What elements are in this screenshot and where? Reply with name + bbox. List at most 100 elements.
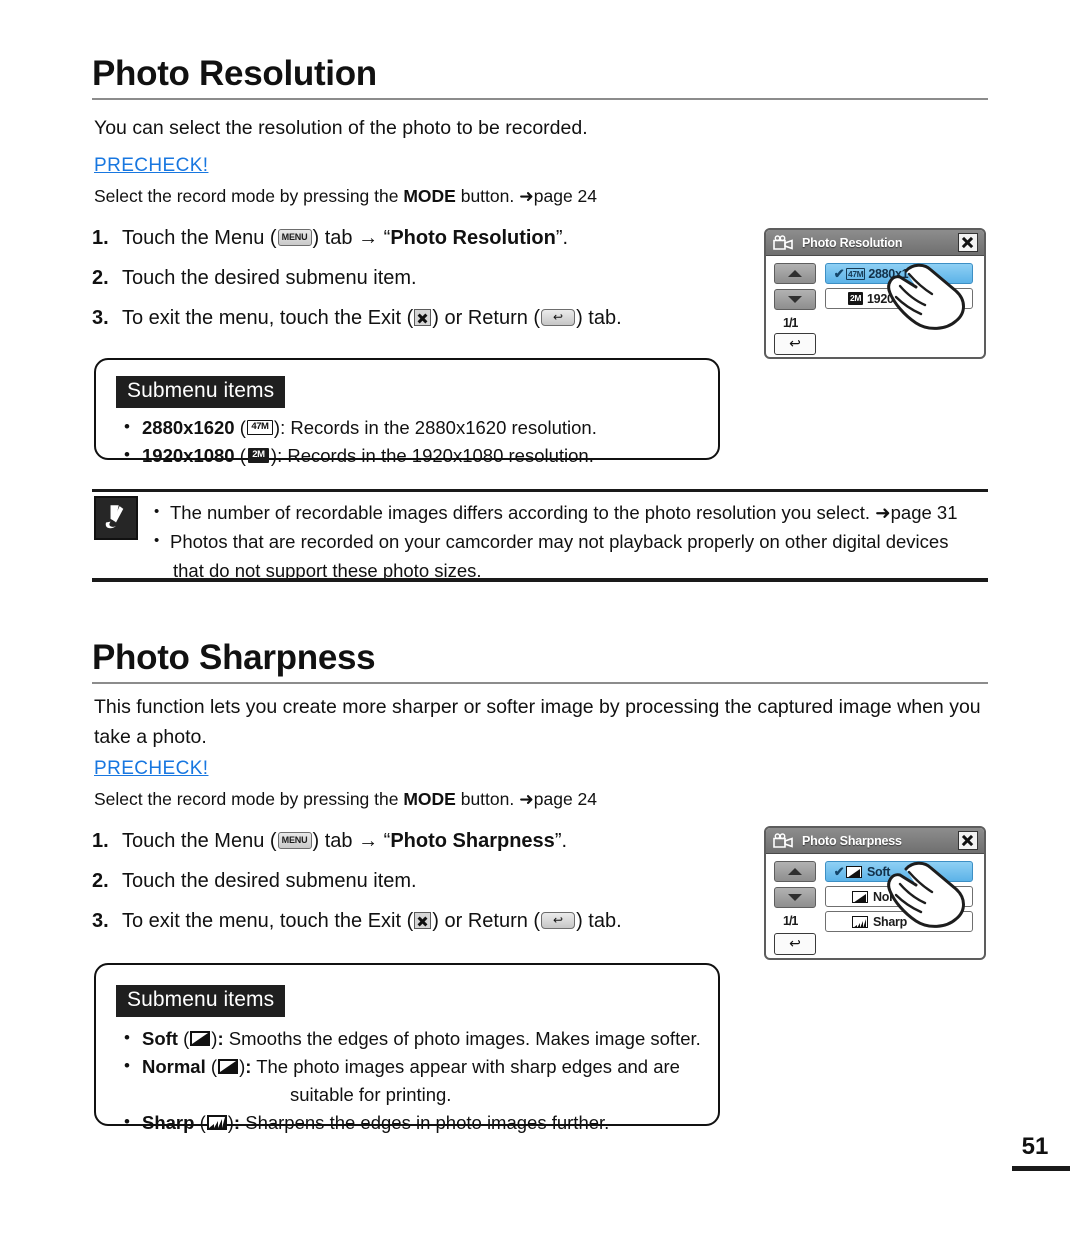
exit-icon (414, 309, 432, 327)
precheck-text-b: button. (455, 186, 520, 206)
precheck-label-sharpness: PRECHECK! (94, 758, 209, 779)
step-text-pre: To exit the menu, touch the Exit ( (122, 307, 414, 329)
step-text-bold: Photo Sharpness (390, 830, 555, 852)
lcd-option-row[interactable]: ✔ 47M 2880x1620 (825, 263, 973, 284)
sharp-icon (206, 1114, 227, 1130)
step-text: Touch the desired submenu item. (122, 870, 417, 892)
step-text-mid: ) or Return ( (432, 910, 541, 932)
step-number: 2. (92, 870, 109, 892)
note-pencil-icon (94, 496, 138, 540)
step-text-mid: ) tab → “ (312, 227, 391, 249)
mode-keyword: MODE (403, 186, 456, 206)
lcd-option-label: Normal (873, 889, 915, 904)
lcd-screen-photo-resolution: Photo Resolution 1/1 ↩ ✔ 47M 2880x1620 2… (764, 228, 986, 359)
return-icon: ↩ (541, 912, 576, 930)
submenu-item-desc-text: The photo images appear with sharp edges… (251, 1056, 680, 1077)
step-item: 1. Touch the Menu (MENU) tab → “Photo Sh… (92, 821, 622, 861)
page-number-rule (1012, 1166, 1070, 1171)
lcd-scroll-down-button[interactable] (774, 289, 816, 310)
intro-paragraph: You can select the resolution of the pho… (94, 117, 588, 139)
note-text: The number of recordable images differs … (170, 502, 958, 523)
resolution-47m-icon: 47M (246, 419, 273, 435)
lcd-page-indicator: 1/1 (783, 316, 798, 330)
intro-line-1: This function lets you create more sharp… (94, 696, 892, 718)
lcd-close-icon[interactable] (958, 233, 978, 252)
step-text: Touch the desired submenu item. (122, 267, 417, 289)
step-number: 1. (92, 227, 109, 249)
normal-icon (852, 890, 868, 903)
soft-icon (190, 1030, 211, 1046)
lcd-scroll-up-button[interactable] (774, 263, 816, 284)
submenu-heading: Submenu items (116, 985, 286, 1017)
submenu-items-list: 2880x1620 (47M): Records in the 2880x162… (116, 413, 597, 470)
list-item: Normal (): The photo images appear with … (116, 1052, 701, 1109)
title-underline (92, 98, 988, 100)
lcd-title: Photo Sharpness (802, 833, 902, 848)
chevron-down-icon (788, 894, 802, 901)
resolution-badge-icon: 47M (846, 267, 866, 280)
step-text-pre: To exit the menu, touch the Exit ( (122, 910, 414, 932)
lcd-body: 1/1 ↩ ✔ Soft Normal Sharp (766, 854, 984, 957)
normal-icon (218, 1058, 239, 1074)
lcd-option-row[interactable]: Normal (825, 886, 973, 907)
menu-icon: MENU (277, 832, 312, 850)
note-divider-bottom (92, 578, 988, 582)
submenu-item-desc: : Records in the 1920x1080 resolution. (277, 445, 594, 466)
step-text-pre: Touch the Menu ( (122, 830, 277, 852)
selected-check-icon: ✔ (833, 863, 845, 879)
lcd-option-label: 2880x1620 (868, 266, 929, 281)
title-underline-sharpness (92, 682, 988, 684)
step-item: 1. Touch the Menu (MENU) tab → “Photo Re… (92, 218, 622, 258)
selected-check-icon: ✔ (833, 265, 845, 281)
lcd-body: 1/1 ↩ ✔ 47M 2880x1620 2M 1920x1080 (766, 256, 984, 356)
list-item: Soft ():: Smooths the edges of photo ima… (116, 1024, 701, 1053)
exit-icon (414, 912, 432, 930)
list-item: 1920x1080 (2M): Records in the 1920x1080… (116, 441, 597, 470)
intro-paragraph-sharpness: This function lets you create more sharp… (94, 692, 984, 752)
lcd-screen-photo-sharpness: Photo Sharpness 1/1 ↩ ✔ Soft Normal Shar… (764, 826, 986, 960)
step-text-mid: ) or Return ( (432, 307, 541, 329)
precheck-label: PRECHECK! (94, 155, 209, 176)
lcd-close-icon[interactable] (958, 831, 978, 850)
precheck-text-b: button. (455, 789, 520, 809)
mode-keyword: MODE (403, 789, 456, 809)
lcd-scroll-down-button[interactable] (774, 887, 816, 908)
camcorder-icon (772, 234, 796, 251)
precheck-text-sharpness: Select the record mode by pressing the M… (94, 786, 597, 812)
step-number: 2. (92, 267, 109, 289)
resolution-2m-icon: 2M (247, 447, 269, 463)
step-number: 3. (92, 910, 109, 932)
resolution-badge-icon: 2M (848, 292, 864, 305)
lcd-return-button[interactable]: ↩ (774, 333, 816, 355)
submenu-item-desc-text: Smooths the edges of photo images. Makes… (223, 1028, 701, 1049)
list-item: Sharp (): Sharpens the edges in photo im… (116, 1108, 701, 1137)
submenu-item-name: Soft (142, 1028, 178, 1049)
chevron-down-icon (788, 296, 802, 303)
precheck-page-ref: page 24 (533, 186, 598, 206)
lcd-option-row[interactable]: Sharp (825, 911, 973, 932)
precheck-text-a: Select the record mode by pressing the (94, 186, 404, 206)
note-text: Photos that are recorded on your camcord… (170, 531, 949, 552)
step-text-post: ) tab. (576, 307, 622, 329)
step-text-post: ”. (554, 830, 568, 852)
step-item: 2. Touch the desired submenu item. (92, 861, 622, 901)
lcd-option-row[interactable]: 2M 1920x1080 (825, 288, 973, 309)
step-item: 2. Touch the desired submenu item. (92, 258, 622, 298)
submenu-item-name: 2880x1620 (142, 417, 235, 438)
list-item: Photos that are recorded on your camcord… (150, 526, 958, 585)
lcd-scroll-up-button[interactable] (774, 861, 816, 882)
lcd-option-row[interactable]: ✔ Soft (825, 861, 973, 882)
step-text: To exit the menu, touch the Exit ( ) or R… (122, 298, 622, 338)
submenu-item-name: Sharp (142, 1112, 195, 1133)
return-icon: ↩ (541, 309, 576, 327)
note-list: The number of recordable images differs … (150, 497, 958, 585)
submenu-item-desc: : Records in the 2880x1620 resolution. (280, 417, 597, 438)
submenu-item-desc-text: Sharpens the edges in photo images furth… (240, 1112, 610, 1133)
lcd-return-button[interactable]: ↩ (774, 933, 816, 955)
step-item: 3. To exit the menu, touch the Exit ( ) o… (92, 298, 622, 338)
step-text-post: ”. (555, 227, 569, 249)
step-number: 3. (92, 307, 109, 329)
submenu-box-resolution: Submenu items 2880x1620 (47M): Records i… (94, 358, 720, 469)
steps-list-resolution: 1. Touch the Menu (MENU) tab → “Photo Re… (92, 218, 622, 338)
submenu-item-name: 1920x1080 (142, 445, 235, 466)
